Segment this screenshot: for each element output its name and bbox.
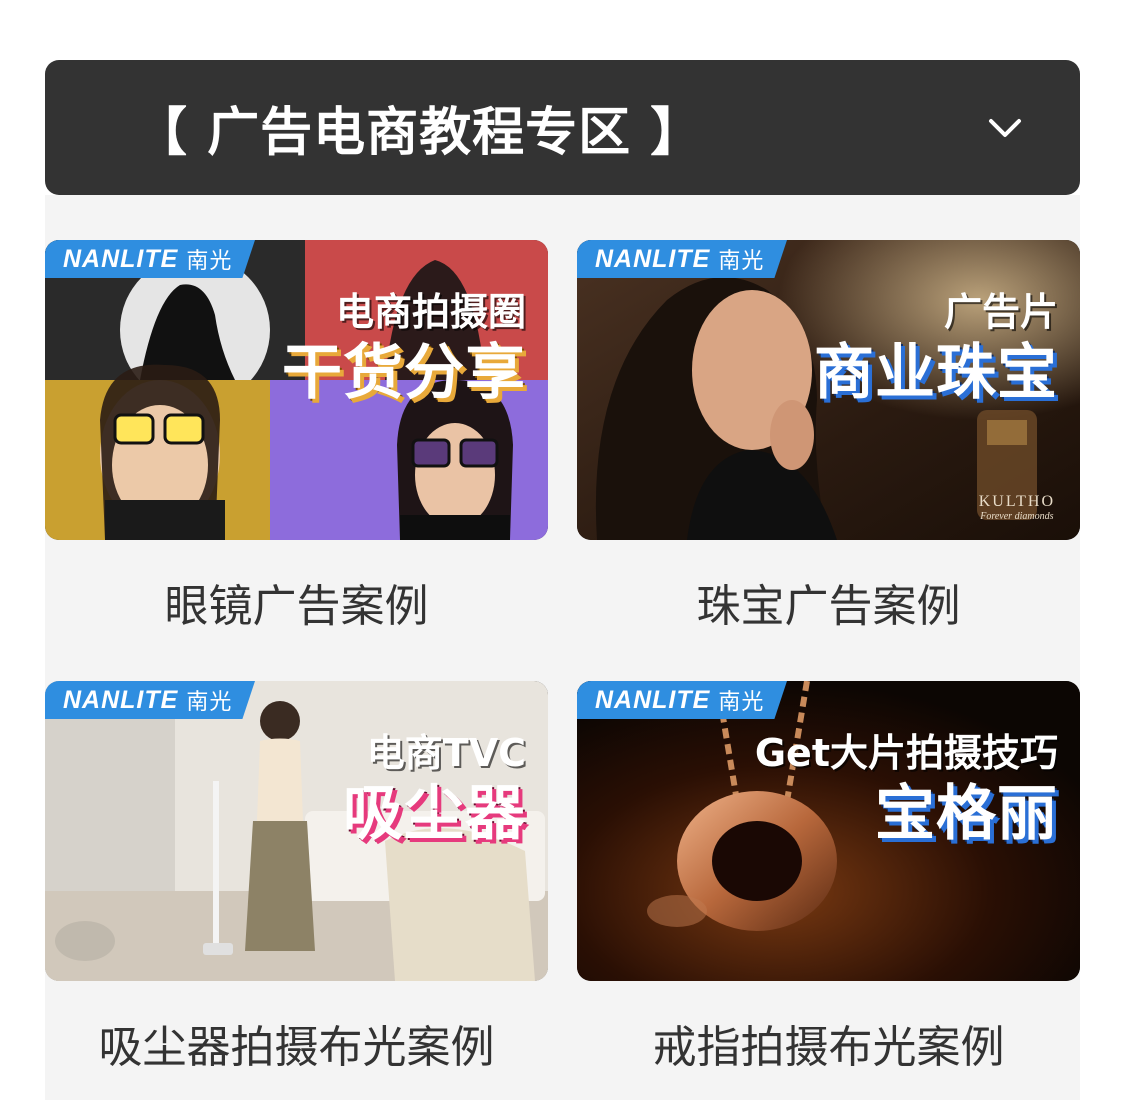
overlay-title: 商业珠宝 xyxy=(814,338,1058,409)
tutorial-grid: NANLITE 南光 电商拍摄圈 干货分享 眼镜广告案例 NANLITE 南光 … xyxy=(45,195,1080,1100)
section-header-toggle[interactable]: 【 广告电商教程专区 】 xyxy=(45,60,1080,195)
logo-subtext: Forever diamonds xyxy=(980,511,1054,522)
tutorial-card-vacuum[interactable]: NANLITE 南光 电商TVC 吸尘器 吸尘器拍摄布光案例 xyxy=(45,681,548,1075)
kultho-logo: KULTHO Forever diamonds xyxy=(979,493,1055,522)
tutorial-card-jewelry[interactable]: NANLITE 南光 广告片 商业珠宝 KULTHO Forever diamo… xyxy=(577,240,1080,634)
overlay-title: 干货分享 xyxy=(282,338,526,409)
card-thumbnail: NANLITE 南光 电商拍摄圈 干货分享 xyxy=(45,240,548,540)
brand-name-cn: 南光 xyxy=(718,248,765,273)
brand-name-cn: 南光 xyxy=(186,248,233,273)
brand-tag: NANLITE 南光 xyxy=(577,681,787,719)
thumbnail-overlay: 电商拍摄圈 干货分享 xyxy=(282,288,526,409)
brand-tag: NANLITE 南光 xyxy=(577,240,787,278)
brand-name: NANLITE xyxy=(63,685,179,714)
card-thumbnail: NANLITE 南光 Get大片拍摄技巧 宝格丽 xyxy=(577,681,1080,981)
overlay-title: 吸尘器 xyxy=(343,779,526,850)
chevron-down-icon xyxy=(989,118,1021,137)
overlay-title: 宝格丽 xyxy=(875,779,1058,850)
card-thumbnail: NANLITE 南光 广告片 商业珠宝 KULTHO Forever diamo… xyxy=(577,240,1080,540)
brand-tag: NANLITE 南光 xyxy=(45,240,255,278)
section-title: 【 广告电商教程专区 】 xyxy=(135,103,704,163)
overlay-subtitle: 电商拍摄圈 xyxy=(335,290,526,334)
brand-name-cn: 南光 xyxy=(186,689,233,714)
thumbnail-overlay: 广告片 商业珠宝 xyxy=(814,288,1058,409)
card-caption: 吸尘器拍摄布光案例 xyxy=(98,1022,495,1073)
card-thumbnail: NANLITE 南光 电商TVC 吸尘器 xyxy=(45,681,548,981)
logo-text: KULTHO xyxy=(978,493,1055,510)
thumbnail-overlay: 电商TVC 吸尘器 xyxy=(343,729,526,850)
brand-tag: NANLITE 南光 xyxy=(45,681,255,719)
tutorial-card-glasses[interactable]: NANLITE 南光 电商拍摄圈 干货分享 眼镜广告案例 xyxy=(45,240,548,634)
overlay-subtitle: 广告片 xyxy=(943,290,1058,334)
overlay-subtitle: Get大片拍摄技巧 xyxy=(754,731,1058,775)
tutorial-card-ring[interactable]: NANLITE 南光 Get大片拍摄技巧 宝格丽 戒指拍摄布光案例 xyxy=(577,681,1080,1075)
brand-name: NANLITE xyxy=(595,244,711,273)
thumbnail-overlay: Get大片拍摄技巧 宝格丽 xyxy=(755,729,1058,850)
brand-name: NANLITE xyxy=(63,244,179,273)
card-caption: 眼镜广告案例 xyxy=(164,581,429,632)
overlay-subtitle: 电商TVC xyxy=(366,731,526,775)
card-caption: 珠宝广告案例 xyxy=(696,581,961,632)
card-caption: 戒指拍摄布光案例 xyxy=(652,1022,1005,1073)
brand-name: NANLITE xyxy=(595,685,711,714)
brand-name-cn: 南光 xyxy=(718,689,765,714)
